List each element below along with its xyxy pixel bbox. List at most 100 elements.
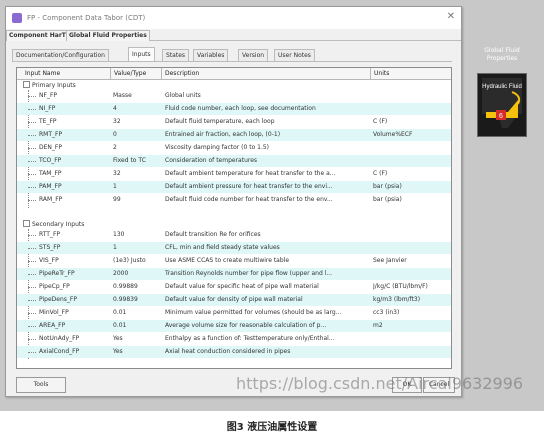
group-secondary-inputs[interactable]: Secondary Inputs: [23, 220, 84, 228]
tools-button[interactable]: Tools: [16, 377, 66, 393]
collapse-toggle-icon[interactable]: [23, 220, 30, 227]
value-cell[interactable]: 99: [113, 196, 159, 203]
table-header: Input Name Value/Type Description Units: [17, 68, 451, 80]
table-row[interactable]: NF_FP Masse Global units: [17, 90, 451, 102]
group-primary-inputs[interactable]: Primary Inputs: [23, 81, 76, 89]
tree-connector: [28, 148, 36, 149]
tab-inputs[interactable]: Inputs: [128, 47, 155, 61]
description-cell: Axial heat conduction considered in pipe…: [165, 348, 291, 355]
table-row[interactable]: VIS_FP (1e3) Justo Use ASME CCAS to create…: [17, 255, 451, 267]
value-cell[interactable]: 0.99889: [113, 283, 159, 290]
table-row[interactable]: RTT_FP 130 Default transition Re for orifi…: [17, 229, 451, 241]
tree-connector: [28, 187, 36, 188]
close-icon[interactable]: ✕: [447, 11, 455, 22]
table-row[interactable]: TCO_FP Fixed to TC Consideration of temper…: [17, 155, 451, 167]
table-row[interactable]: PAM_FP 1 Default ambient pressure for heat…: [17, 181, 451, 193]
description-cell: Default transition Re for orifices: [165, 231, 261, 238]
description-cell: Default value for density of pipe wall m…: [165, 296, 303, 303]
description-cell: Default ambient pressure for heat transf…: [165, 183, 333, 190]
tree-connector: [28, 109, 36, 110]
value-cell[interactable]: (1e3) Justo: [113, 257, 159, 264]
value-cell[interactable]: Yes: [113, 335, 159, 342]
app-icon: [12, 13, 22, 23]
tab-documentation[interactable]: Documentation/Configuration: [12, 49, 109, 61]
value-cell[interactable]: 0.01: [113, 322, 159, 329]
input-name-cell: MinVol_FP: [39, 309, 69, 316]
tab-component[interactable]: Component HarTF: [6, 30, 73, 41]
table-row[interactable]: RMT_FP 0 Entrained air fraction, each loop…: [17, 129, 451, 141]
table-row[interactable]: DEN_FP 2 Viscosity damping factor (0 to 1.…: [17, 142, 451, 154]
column-divider[interactable]: [370, 68, 371, 79]
inputs-table: Input Name Value/Type Description Units …: [16, 67, 452, 369]
tree-connector: [28, 313, 36, 314]
tree-connector: [28, 135, 36, 136]
value-cell[interactable]: 2000: [113, 270, 159, 277]
tree-connector: [28, 339, 36, 340]
table-row[interactable]: AxialCond_FP Yes Axial heat conduction con…: [17, 346, 451, 358]
value-cell[interactable]: 0.99839: [113, 296, 159, 303]
input-name-cell: PipeReTr_FP: [39, 270, 75, 277]
value-cell[interactable]: Masse: [113, 92, 159, 99]
value-cell[interactable]: 0.01: [113, 309, 159, 316]
value-cell[interactable]: 130: [113, 231, 159, 238]
tab-states[interactable]: States: [162, 49, 190, 61]
description-cell: Default fluid temperature, each loop: [165, 118, 275, 125]
table-row[interactable]: AREA_FP 0.01 Average volume size for reaso…: [17, 320, 451, 332]
figure-caption: 图3 液压油属性设置: [226, 422, 318, 433]
input-name-cell: VIS_FP: [39, 257, 59, 264]
description-cell: Global units: [165, 92, 201, 99]
group-label: Primary Inputs: [32, 82, 76, 89]
value-cell[interactable]: 0: [113, 131, 159, 138]
column-header-units[interactable]: Units: [374, 70, 389, 77]
table-row[interactable]: PipeReTr_FP 2000 Transition Reynolds numbe…: [17, 268, 451, 280]
table-row[interactable]: NotUnAdy_FP Yes Enthalpy as a function of:…: [17, 333, 451, 345]
input-name-cell: NI_FP: [39, 105, 56, 112]
tab-global-fluid-properties[interactable]: Global Fluid Properties: [66, 30, 150, 41]
units-cell: J/kg/C (BTU/lbm/F): [373, 283, 428, 290]
description-cell: Viscosity damping factor (0 to 1.5): [165, 144, 270, 151]
table-row[interactable]: PipeDens_FP 0.99839 Default value for dens…: [17, 294, 451, 306]
tab-user-notes[interactable]: User Notes: [274, 49, 315, 61]
value-cell[interactable]: 2: [113, 144, 159, 151]
value-cell[interactable]: Fixed to TC: [113, 157, 159, 164]
column-divider[interactable]: [161, 68, 162, 79]
table-row[interactable]: RAM_FP 99 Default fluid code number for he…: [17, 194, 451, 206]
window-title: FP - Component Data Tabor (CDT): [27, 14, 146, 22]
tree-connector: [28, 274, 36, 275]
input-name-cell: NotUnAdy_FP: [39, 335, 80, 342]
tree-connector: [28, 161, 36, 162]
card-text: Hydraulic Fluid: [482, 84, 522, 90]
column-header-description[interactable]: Description: [165, 70, 199, 77]
input-name-cell: NF_FP: [39, 92, 58, 99]
collapse-toggle-icon[interactable]: [23, 81, 30, 88]
column-divider[interactable]: [110, 68, 111, 79]
description-cell: Default value for specific heat of pipe …: [165, 283, 319, 290]
tree-connector: [28, 300, 36, 301]
tree-connector: [28, 326, 36, 327]
input-name-cell: TAM_FP: [39, 170, 62, 177]
table-row[interactable]: TAM_FP 32 Default ambient temperature for …: [17, 168, 451, 180]
table-row[interactable]: MinVol_FP 0.01 Minimum value permitted for…: [17, 307, 451, 319]
table-row[interactable]: NI_FP 4 Fluid code number, each loop, see …: [17, 103, 451, 115]
units-cell: C (F): [373, 170, 388, 177]
table-row[interactable]: STS_FP 1 CFL, min and field steady state v…: [17, 242, 451, 254]
value-cell[interactable]: 1: [113, 244, 159, 251]
description-cell: CFL, min and field steady state values: [165, 244, 280, 251]
description-cell: Minimum value permitted for volumes (sho…: [165, 309, 342, 316]
value-cell[interactable]: 32: [113, 170, 159, 177]
tree-connector: [28, 174, 36, 175]
table-row[interactable]: PipeCp_FP 0.99889 Default value for specif…: [17, 281, 451, 293]
units-cell: m2: [373, 322, 383, 329]
column-header-value[interactable]: Value/Type: [114, 70, 146, 77]
column-header-input-name[interactable]: Input Name: [25, 70, 60, 77]
table-row[interactable]: TE_FP 32 Default fluid temperature, each l…: [17, 116, 451, 128]
tab-variables[interactable]: Variables: [193, 49, 229, 61]
units-cell: bar (psia): [373, 196, 402, 203]
value-cell[interactable]: 4: [113, 105, 159, 112]
value-cell[interactable]: 32: [113, 118, 159, 125]
tab-version[interactable]: Version: [238, 49, 269, 61]
description-cell: Default fluid code number for heat trans…: [165, 196, 333, 203]
value-cell[interactable]: Yes: [113, 348, 159, 355]
value-cell[interactable]: 1: [113, 183, 159, 190]
input-name-cell: AREA_FP: [39, 322, 66, 329]
